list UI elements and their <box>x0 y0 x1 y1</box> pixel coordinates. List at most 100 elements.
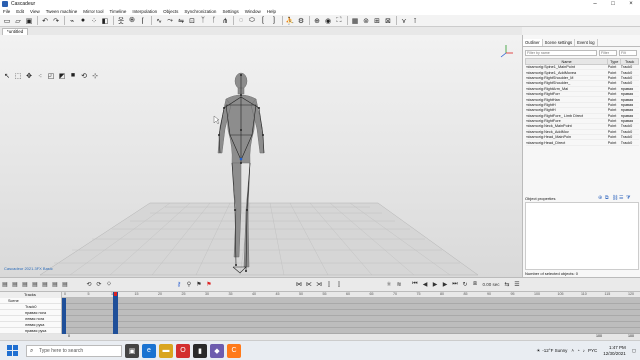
menu-tween-machine[interactable]: Tween machine <box>43 9 81 14</box>
tab-untitled[interactable]: *untitled <box>2 28 29 35</box>
loop-icon[interactable]: ↻ <box>460 280 470 290</box>
ellipse-icon[interactable]: ⬭ <box>247 16 257 26</box>
tab-scene-settings[interactable]: Scene settings <box>543 39 576 46</box>
link-icon[interactable]: ⛓ <box>612 195 619 201</box>
split-icon[interactable]: ⋊ <box>314 280 324 290</box>
interval-icon[interactable]: ⋈ <box>294 280 304 290</box>
redo-icon[interactable]: ↷ <box>51 16 61 26</box>
settings-icon[interactable]: ☰ <box>512 280 522 290</box>
scatter-icon[interactable]: ⁖ <box>35 71 45 81</box>
timeline-tracks[interactable] <box>62 298 640 334</box>
focus-icon[interactable]: ◉ <box>323 16 333 26</box>
windows-start-icon[interactable] <box>4 343 20 359</box>
menu-window[interactable]: Window <box>242 9 264 14</box>
file-explorer-icon[interactable]: ▬ <box>159 343 173 358</box>
physics-icon[interactable]: ⚛ <box>384 280 394 290</box>
playhead-top[interactable] <box>114 292 117 296</box>
loop-forward-icon[interactable]: ⟳ <box>94 280 104 290</box>
app-icon[interactable]: ◆ <box>210 343 224 358</box>
volume-icon[interactable]: ♪ <box>583 348 585 353</box>
figure-icon[interactable]: 웃 <box>116 16 126 26</box>
pin-icon[interactable]: ⚲ <box>184 280 194 290</box>
clock[interactable]: 1:47 PM 12/30/2021 <box>603 345 626 357</box>
loop-icon[interactable]: ◌ <box>236 16 246 26</box>
film-strip-icon[interactable]: ▤ <box>50 280 60 290</box>
frame-icon[interactable]: ⧈ <box>470 280 480 290</box>
tray-arrow-icon[interactable]: ˄ <box>571 348 574 353</box>
bracket-icon[interactable]: ⟦ <box>324 280 334 290</box>
name-filter-input[interactable] <box>525 50 597 56</box>
wave-icon[interactable]: ≋ <box>394 280 404 290</box>
menu-edit[interactable]: Edit <box>13 9 27 14</box>
frame-icon[interactable]: ⛶ <box>334 16 344 26</box>
film-strip-icon[interactable]: ▤ <box>60 280 70 290</box>
link-icon[interactable]: ⌁ <box>67 16 77 26</box>
terminal-icon[interactable]: ▮ <box>193 343 207 358</box>
key-icon[interactable]: ⚷ <box>174 280 184 290</box>
object-cube-icon[interactable]: ◩ <box>57 71 67 81</box>
maximize-icon[interactable]: □ <box>604 0 622 8</box>
record-icon[interactable]: ● <box>78 16 88 26</box>
rig-icon[interactable]: ⋔ <box>220 16 230 26</box>
menu-objects[interactable]: Objects <box>160 9 181 14</box>
cascadeur-taskbar-icon[interactable]: C <box>227 343 241 358</box>
menu-view[interactable]: View <box>27 9 43 14</box>
transform-icon[interactable]: ⊡ <box>187 16 197 26</box>
object-properties-area[interactable] <box>525 202 639 270</box>
film-strip-icon[interactable]: ▤ <box>0 280 10 290</box>
notifications-icon[interactable]: ▢ <box>632 348 636 354</box>
menu-timeline[interactable]: Timeline <box>107 9 130 14</box>
table-row[interactable]: mixamorig:RightFore_ Limb Direct Point пра… <box>525 113 639 119</box>
select-arrow-icon[interactable]: ↖ <box>2 71 12 81</box>
range-end[interactable]: 100 <box>596 334 602 338</box>
range-start[interactable]: 0 <box>68 334 70 338</box>
pose-icon[interactable]: ᛉ <box>198 16 208 26</box>
new-file-icon[interactable]: ▭ <box>2 16 12 26</box>
menu-mirror-tool[interactable]: Mirror tool <box>80 9 106 14</box>
3d-viewport[interactable]: ↖ ⬚ ✥ ⁖ ◰ ◩ ■ ⟲ ⊹ Cascadeur 2021.3FX Bas… <box>0 35 522 277</box>
film-strip-icon[interactable]: ▤ <box>10 280 20 290</box>
type-filter-input[interactable] <box>599 50 617 56</box>
open-folder-icon[interactable]: ▱ <box>13 16 23 26</box>
menu-file[interactable]: File <box>0 9 13 14</box>
grid-icon[interactable]: ▦ <box>350 16 360 26</box>
play-icon[interactable]: ▶ <box>430 280 440 290</box>
range-end-value[interactable]: 100 <box>628 334 634 338</box>
curve-icon[interactable]: ∿ <box>154 16 164 26</box>
bracket-end-icon[interactable]: ⟧ <box>334 280 344 290</box>
bracket-left-icon[interactable]: [ <box>258 16 268 26</box>
frame-select-icon[interactable]: ◰ <box>46 71 56 81</box>
tab-event-log[interactable]: Event log <box>575 39 598 46</box>
spiral-icon[interactable]: ֍ <box>127 16 137 26</box>
minimize-icon[interactable]: – <box>586 0 604 8</box>
tab-outliner[interactable]: Outliner <box>523 39 543 46</box>
network-icon[interactable]: ◔ <box>577 348 580 353</box>
table-row[interactable]: mixamorig:Head_Direct Point Track0 <box>525 139 639 146</box>
taskbar-search[interactable]: ⌕ Type here to search <box>26 344 122 357</box>
bracket-right-icon[interactable]: ] <box>269 16 279 26</box>
mesh-icon[interactable]: ⊞ <box>372 16 382 26</box>
undo-icon[interactable]: ↶ <box>40 16 50 26</box>
pivot-icon[interactable]: ⊹ <box>90 71 100 81</box>
bracket-icon[interactable]: ⌈ <box>138 16 148 26</box>
run-icon[interactable]: ⛹ <box>285 16 295 26</box>
zoom-icon[interactable]: ⊕ <box>312 16 322 26</box>
loop-back-icon[interactable]: ⟲ <box>84 280 94 290</box>
menu-help[interactable]: Help <box>264 9 279 14</box>
menu-interpolation[interactable]: Interpolation <box>129 9 160 14</box>
track-filter-input[interactable] <box>619 50 637 56</box>
physics-icon[interactable]: ⚙ <box>296 16 306 26</box>
rotate-icon[interactable]: ⟲ <box>79 71 89 81</box>
move-icon[interactable]: ✥ <box>24 71 34 81</box>
fork-icon[interactable]: ᚴ <box>209 16 219 26</box>
box-icon[interactable]: ⊠ <box>383 16 393 26</box>
magnet-icon[interactable]: ⋎ <box>399 16 409 26</box>
task-view-icon[interactable]: ▣ <box>125 343 139 358</box>
film-strip-icon[interactable]: ▤ <box>30 280 40 290</box>
cube-icon[interactable]: ◧ <box>100 16 110 26</box>
grid-dots-icon[interactable]: ⁘ <box>89 16 99 26</box>
copy-icon[interactable]: ⧉ <box>605 195 612 201</box>
target-icon[interactable]: ⊚ <box>361 16 371 26</box>
path-icon[interactable]: ⤳ <box>165 16 175 26</box>
keyframe-marker[interactable] <box>62 298 66 334</box>
